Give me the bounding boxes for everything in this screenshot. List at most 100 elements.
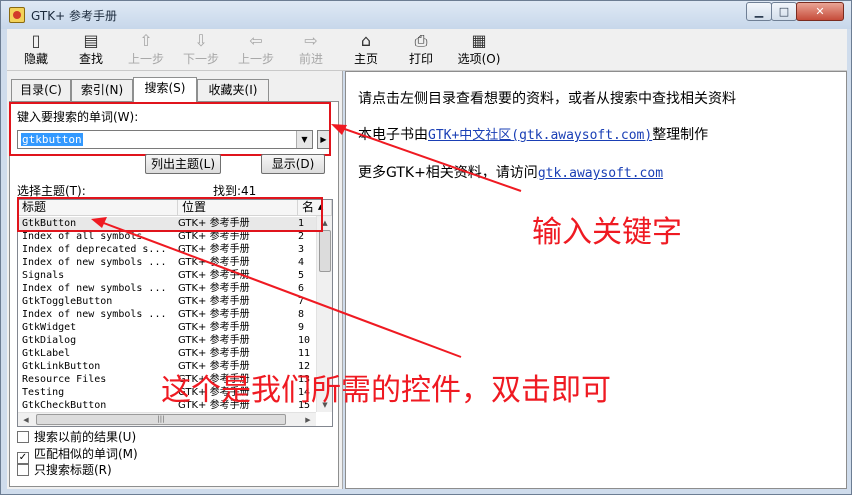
cell-title: Index of new symbols ... (22, 257, 167, 268)
table-row[interactable]: Index of new symbols ... GTK+ 参考手册 6 (18, 282, 316, 295)
content-line-2-suffix: 整理制作 (652, 127, 709, 143)
cell-title: GtkLabel (22, 348, 71, 359)
cell-location: GTK+ 参考手册 (178, 270, 250, 281)
cell-title: Index of deprecated s... (22, 244, 167, 255)
tab-index[interactable]: 索引(N) (71, 79, 133, 101)
checkbox-search-previous[interactable] (17, 431, 29, 443)
option-match-similar[interactable]: ✓ 匹配相似的单词(M) (17, 447, 138, 464)
cell-title: GtkLinkButton (22, 361, 101, 372)
cell-rank: 10 (298, 335, 311, 346)
cell-location: GTK+ 参考手册 (178, 348, 250, 359)
table-row[interactable]: Index of new symbols ... GTK+ 参考手册 8 (18, 308, 316, 321)
cell-location: GTK+ 参考手册 (178, 257, 250, 268)
cell-title: GtkCheckButton (22, 400, 107, 411)
table-row[interactable]: Index of deprecated s... GTK+ 参考手册 3 (18, 243, 316, 256)
cell-rank: 8 (298, 309, 305, 320)
table-row[interactable]: Signals GTK+ 参考手册 5 (18, 269, 316, 282)
find-label: 查找 (78, 52, 103, 66)
table-row[interactable]: GtkDialog GTK+ 参考手册 10 (18, 334, 316, 347)
hide-button[interactable]: ▯ 隐藏 (11, 31, 61, 69)
cell-rank: 9 (298, 322, 305, 333)
cell-title: Resource Files (22, 374, 107, 385)
content-line-3: 更多GTK+相关资料，请访问gtk.awaysoft.com (358, 162, 663, 182)
previous-step-button[interactable]: ⇧ 上一步 (121, 31, 171, 69)
control-annotation: 这个是我们所需的控件，双击即可 (161, 373, 611, 408)
cell-location: GTK+ 参考手册 (178, 335, 250, 346)
content-pane: 请点击左侧目录查看想要的资料，或者从搜索中查找相关资料 本电子书由GTK+中文社… (345, 71, 847, 489)
checkbox-titles-only[interactable] (17, 464, 29, 476)
cell-rank: 3 (298, 244, 305, 255)
printer-icon: ⎙ (414, 31, 428, 50)
results-horizontal-scrollbar[interactable]: ◀ ||| ▶ (18, 412, 316, 426)
cell-rank: 11 (298, 348, 311, 359)
cell-title: GtkToggleButton (22, 296, 113, 307)
navigation-pane: 目录(C) 索引(N) 搜索(S) 收藏夹(I) 键入要搜索的单词(W): gt… (7, 71, 343, 489)
table-row[interactable]: GtkLabel GTK+ 参考手册 11 (18, 347, 316, 360)
tab-favorites[interactable]: 收藏夹(I) (197, 79, 269, 101)
content-line-1: 请点击左侧目录查看想要的资料，或者从搜索中查找相关资料 (358, 91, 736, 107)
maximize-button[interactable]: □ (771, 2, 797, 21)
back-button[interactable]: ⇦ 上一步 (231, 31, 281, 69)
cell-rank: 7 (298, 296, 305, 307)
option-titles-only[interactable]: 只搜索标题(R) (17, 463, 112, 478)
scroll-right-icon[interactable]: ▶ (300, 413, 316, 426)
cell-location: GTK+ 参考手册 (178, 296, 250, 307)
keyword-annotation: 输入关键字 (532, 215, 682, 250)
cell-rank: 5 (298, 270, 305, 281)
option-search-previous-label: 搜索以前的结果(U) (34, 430, 137, 444)
table-row[interactable]: GtkWidget GTK+ 参考手册 9 (18, 321, 316, 334)
results-scroll-thumb[interactable] (319, 230, 331, 272)
previous-step-label: 上一步 (127, 52, 164, 66)
table-row[interactable]: GtkToggleButton GTK+ 参考手册 7 (18, 295, 316, 308)
cell-rank: 4 (298, 257, 305, 268)
arrow-left-icon: ⇦ (249, 31, 263, 50)
hide-icon: ▯ (31, 31, 41, 50)
tab-contents[interactable]: 目录(C) (11, 79, 71, 101)
scroll-left-icon[interactable]: ◀ (18, 413, 34, 426)
keyword-highlight-box (9, 102, 331, 156)
arrow-up-icon: ⇧ (139, 31, 153, 50)
forward-label: 前进 (298, 52, 323, 66)
cell-title: Signals (22, 270, 65, 281)
option-search-previous[interactable]: 搜索以前的结果(U) (17, 430, 136, 445)
find-button[interactable]: ▤ 查找 (66, 31, 116, 69)
options-label: 选项(O) (457, 52, 501, 66)
options-button[interactable]: ▦ 选项(O) (451, 31, 507, 69)
list-topics-button[interactable]: 列出主题(L) (145, 154, 221, 174)
forward-button[interactable]: ⇨ 前进 (286, 31, 336, 69)
cell-title: Index of new symbols ... (22, 283, 167, 294)
help-window: GTK+ 参考手册 ▁ □ ✕ ▯ 隐藏 ▤ 查找 ⇧ 上一步 ⇩ 下一步 ⇦ … (0, 0, 852, 495)
toolbar: ▯ 隐藏 ▤ 查找 ⇧ 上一步 ⇩ 下一步 ⇦ 上一步 ⇨ 前进 ⌂ 主页 ⎙ (7, 29, 847, 71)
option-titles-only-label: 只搜索标题(R) (34, 463, 112, 477)
content-line-2-prefix: 本电子书由 (358, 127, 428, 143)
content-line-2: 本电子书由GTK+中文社区(gtk.awaysoft.com)整理制作 (358, 124, 708, 144)
content-line-3-prefix: 更多GTK+相关资料，请访问 (358, 165, 538, 181)
hide-label: 隐藏 (23, 52, 48, 66)
community-link[interactable]: GTK+中文社区(gtk.awaysoft.com) (428, 128, 652, 143)
home-button[interactable]: ⌂ 主页 (341, 31, 391, 69)
display-button[interactable]: 显示(D) (261, 154, 325, 174)
home-label: 主页 (353, 52, 378, 66)
cell-location: GTK+ 参考手册 (178, 309, 250, 320)
site-link[interactable]: gtk.awaysoft.com (538, 166, 663, 181)
option-match-similar-label: 匹配相似的单词(M) (34, 447, 138, 461)
print-button[interactable]: ⎙ 打印 (396, 31, 446, 69)
cell-title: Testing (22, 387, 65, 398)
next-step-label: 下一步 (182, 52, 219, 66)
cell-rank: 6 (298, 283, 305, 294)
cell-title: Index of new symbols ... (22, 309, 167, 320)
arrow-down-icon: ⇩ (194, 31, 208, 50)
cell-location: GTK+ 参考手册 (178, 244, 250, 255)
cell-title: GtkWidget (22, 322, 77, 333)
table-row[interactable]: Index of new symbols ... GTK+ 参考手册 4 (18, 256, 316, 269)
back-label: 上一步 (237, 52, 274, 66)
close-button[interactable]: ✕ (796, 2, 844, 21)
tab-search[interactable]: 搜索(S) (133, 77, 197, 102)
cell-location: GTK+ 参考手册 (178, 283, 250, 294)
title-bar: GTK+ 参考手册 ▁ □ ✕ (1, 1, 851, 29)
minimize-button[interactable]: ▁ (746, 2, 772, 21)
next-step-button[interactable]: ⇩ 下一步 (176, 31, 226, 69)
results-hscroll-thumb[interactable]: ||| (36, 414, 286, 425)
cell-title: GtkDialog (22, 335, 77, 346)
window-title: GTK+ 参考手册 (31, 9, 117, 23)
